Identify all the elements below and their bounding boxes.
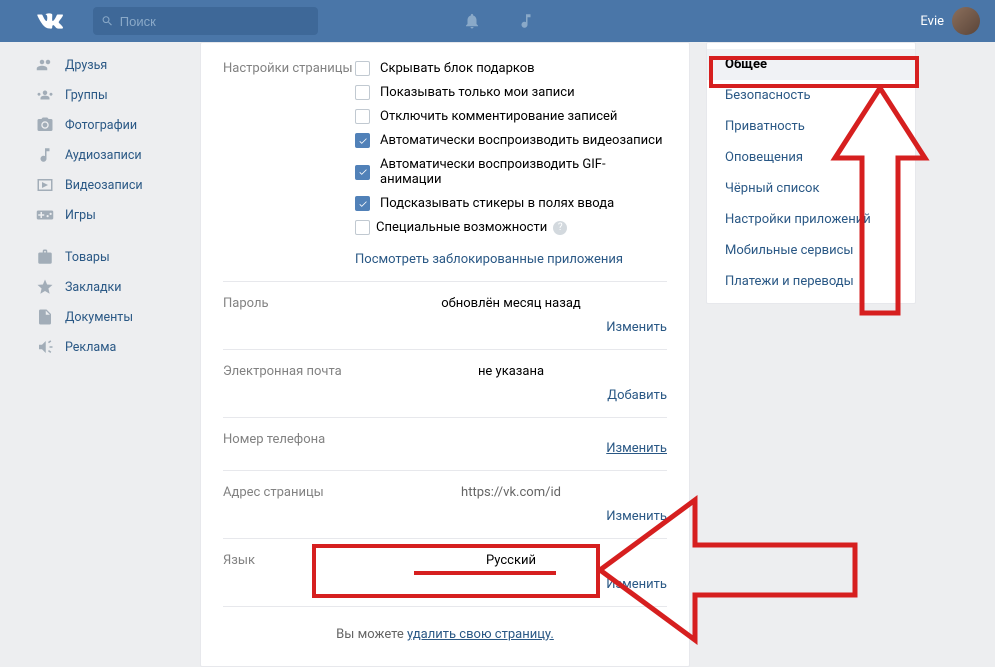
- video-icon: [35, 175, 55, 195]
- checkbox-label: Подсказывать стикеры в полях ввода: [380, 196, 614, 211]
- search-icon: [101, 14, 114, 28]
- group-icon: [35, 85, 55, 105]
- vk-logo[interactable]: [35, 6, 65, 36]
- row-action-address[interactable]: Изменить: [606, 509, 667, 524]
- blocked-apps-link[interactable]: Посмотреть заблокированные приложения: [355, 252, 667, 267]
- bag-icon: [35, 247, 55, 267]
- row-action-lang[interactable]: Изменить: [606, 577, 667, 592]
- row-value-password: обновлён месяц назад: [441, 296, 580, 311]
- checkbox-label: Показывать только мои записи: [380, 85, 575, 100]
- row-label-address: Адрес страницы: [223, 485, 355, 524]
- row-value-lang: Русский: [486, 553, 536, 568]
- sidebar-item-video[interactable]: Видеозаписи: [35, 170, 180, 200]
- search-box[interactable]: [93, 7, 318, 35]
- header-icons: [463, 12, 535, 30]
- music-icon[interactable]: [517, 12, 535, 30]
- delete-page-link[interactable]: удалить свою страницу.: [407, 627, 554, 642]
- checkbox[interactable]: [355, 133, 370, 148]
- sidebar-item-label: Документы: [65, 310, 133, 325]
- checkbox-row[interactable]: Подсказывать стикеры в полях ввода: [355, 196, 667, 211]
- checkbox-row[interactable]: Отключить комментирование записей: [355, 109, 667, 124]
- checkbox[interactable]: [355, 61, 370, 76]
- avatar: [952, 7, 980, 35]
- bell-icon[interactable]: [463, 12, 481, 30]
- username: Evie: [920, 14, 944, 29]
- sidebar-item-label: Фотографии: [65, 118, 137, 133]
- settings-panel: Настройки страницы Скрывать блок подарко…: [200, 42, 690, 667]
- row-label-lang: Язык: [223, 553, 355, 592]
- settings-nav-item[interactable]: Безопасность: [707, 80, 915, 111]
- row-label-password: Пароль: [223, 296, 355, 335]
- checkbox-label: Автоматически воспроизводить GIF-анимаци…: [380, 157, 667, 187]
- row-label-email: Электронная почта: [223, 364, 355, 403]
- checkbox-label: Скрывать блок подарков: [380, 61, 535, 76]
- gamepad-icon: [35, 205, 55, 225]
- left-sidebar: Друзья Группы Фотографии Аудиозаписи Видеоза…: [0, 42, 180, 667]
- settings-nav-item[interactable]: Приватность: [707, 111, 915, 142]
- delete-account-text: Вы можете удалить свою страницу.: [223, 607, 667, 642]
- checkbox[interactable]: [355, 85, 370, 100]
- sidebar-item-label: Аудиозаписи: [65, 148, 142, 163]
- checkbox[interactable]: [355, 196, 370, 211]
- sidebar-item-star[interactable]: Закладки: [35, 272, 180, 302]
- checkbox[interactable]: [355, 220, 370, 235]
- sidebar-item-people[interactable]: Друзья: [35, 50, 180, 80]
- checkbox-row[interactable]: Скрывать блок подарков: [355, 61, 667, 76]
- sidebar-item-label: Видеозаписи: [65, 178, 143, 193]
- search-input[interactable]: [120, 14, 310, 29]
- settings-nav-item[interactable]: Общее: [707, 49, 915, 80]
- sidebar-item-horn[interactable]: Реклама: [35, 332, 180, 362]
- settings-nav-item[interactable]: Оповещения: [707, 142, 915, 173]
- star-icon: [35, 277, 55, 297]
- sidebar-item-label: Группы: [65, 88, 108, 103]
- row-value-address: https://vk.com/id: [461, 485, 561, 500]
- settings-nav-item[interactable]: Мобильные сервисы: [707, 235, 915, 266]
- checkbox[interactable]: [355, 109, 370, 124]
- sidebar-item-label: Друзья: [65, 58, 107, 73]
- row-action-password[interactable]: Изменить: [606, 320, 667, 335]
- special-label: Специальные возможности: [376, 220, 547, 235]
- horn-icon: [35, 337, 55, 357]
- sidebar-item-doc[interactable]: Документы: [35, 302, 180, 332]
- checkbox-row[interactable]: Автоматически воспроизводить GIF-анимаци…: [355, 157, 667, 187]
- settings-nav-item[interactable]: Настройки приложений: [707, 204, 915, 235]
- checkbox-row[interactable]: Показывать только мои записи: [355, 85, 667, 100]
- people-icon: [35, 55, 55, 75]
- sidebar-item-gamepad[interactable]: Игры: [35, 200, 180, 230]
- settings-nav-item[interactable]: Платежи и переводы: [707, 266, 915, 297]
- page-settings-label: Настройки страницы: [223, 61, 355, 267]
- doc-icon: [35, 307, 55, 327]
- user-menu[interactable]: Evie: [920, 7, 980, 35]
- sidebar-item-bag[interactable]: Товары: [35, 242, 180, 272]
- sidebar-item-label: Игры: [65, 208, 96, 223]
- row-value-email: не указана: [478, 364, 544, 379]
- sidebar-item-music[interactable]: Аудиозаписи: [35, 140, 180, 170]
- music-icon: [35, 145, 55, 165]
- sidebar-item-label: Закладки: [65, 280, 122, 295]
- settings-nav: ОбщееБезопасностьПриватностьОповещенияЧё…: [706, 42, 916, 304]
- sidebar-item-camera[interactable]: Фотографии: [35, 110, 180, 140]
- camera-icon: [35, 115, 55, 135]
- checkbox-label: Автоматически воспроизводить видеозаписи: [380, 133, 662, 148]
- row-label-phone: Номер телефона: [223, 432, 355, 456]
- sidebar-item-label: Реклама: [65, 340, 116, 355]
- checkbox[interactable]: [355, 165, 370, 180]
- checkbox-label: Отключить комментирование записей: [380, 109, 617, 124]
- checkbox-row[interactable]: Автоматически воспроизводить видеозаписи: [355, 133, 667, 148]
- sidebar-item-label: Товары: [65, 250, 110, 265]
- sidebar-item-group[interactable]: Группы: [35, 80, 180, 110]
- row-action-phone[interactable]: Изменить: [606, 441, 667, 456]
- row-action-email[interactable]: Добавить: [607, 388, 667, 403]
- help-icon[interactable]: ?: [553, 221, 567, 235]
- top-header: Evie: [0, 0, 995, 42]
- settings-nav-item[interactable]: Чёрный список: [707, 173, 915, 204]
